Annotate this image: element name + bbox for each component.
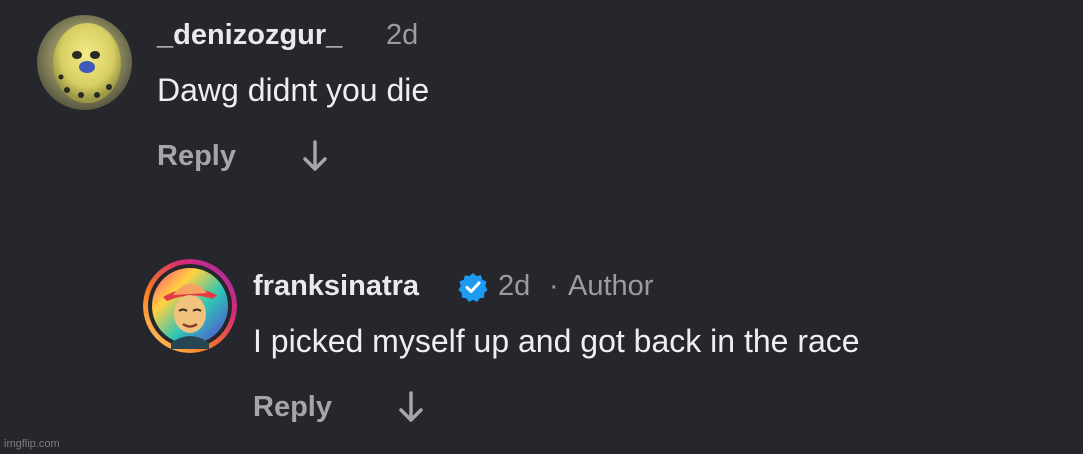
avatar-denizozgur[interactable] bbox=[37, 15, 132, 110]
comment-text: Dawg didnt you die bbox=[157, 72, 430, 108]
avatar-franksinatra[interactable] bbox=[143, 259, 237, 353]
arrow-down-icon[interactable] bbox=[300, 138, 330, 174]
comment-username[interactable]: franksinatra bbox=[253, 270, 419, 303]
arrow-down-icon[interactable] bbox=[396, 389, 426, 425]
comment-username[interactable]: _denizozgur_ bbox=[157, 19, 342, 52]
author-tag: Author bbox=[568, 270, 654, 302]
watermark: imgflip.com bbox=[4, 438, 60, 450]
parakeet-avatar-image bbox=[37, 15, 132, 110]
reply-button[interactable]: Reply bbox=[157, 140, 236, 173]
meta-separator: · bbox=[549, 270, 559, 302]
reply-button[interactable]: Reply bbox=[253, 391, 332, 424]
frank-sinatra-avatar-image bbox=[143, 259, 237, 353]
comment-time: 2d bbox=[498, 270, 531, 302]
comment-time: 2d bbox=[386, 19, 419, 51]
comment-text: I picked myself up and got back in the r… bbox=[253, 323, 860, 359]
verified-badge-icon bbox=[457, 271, 489, 303]
